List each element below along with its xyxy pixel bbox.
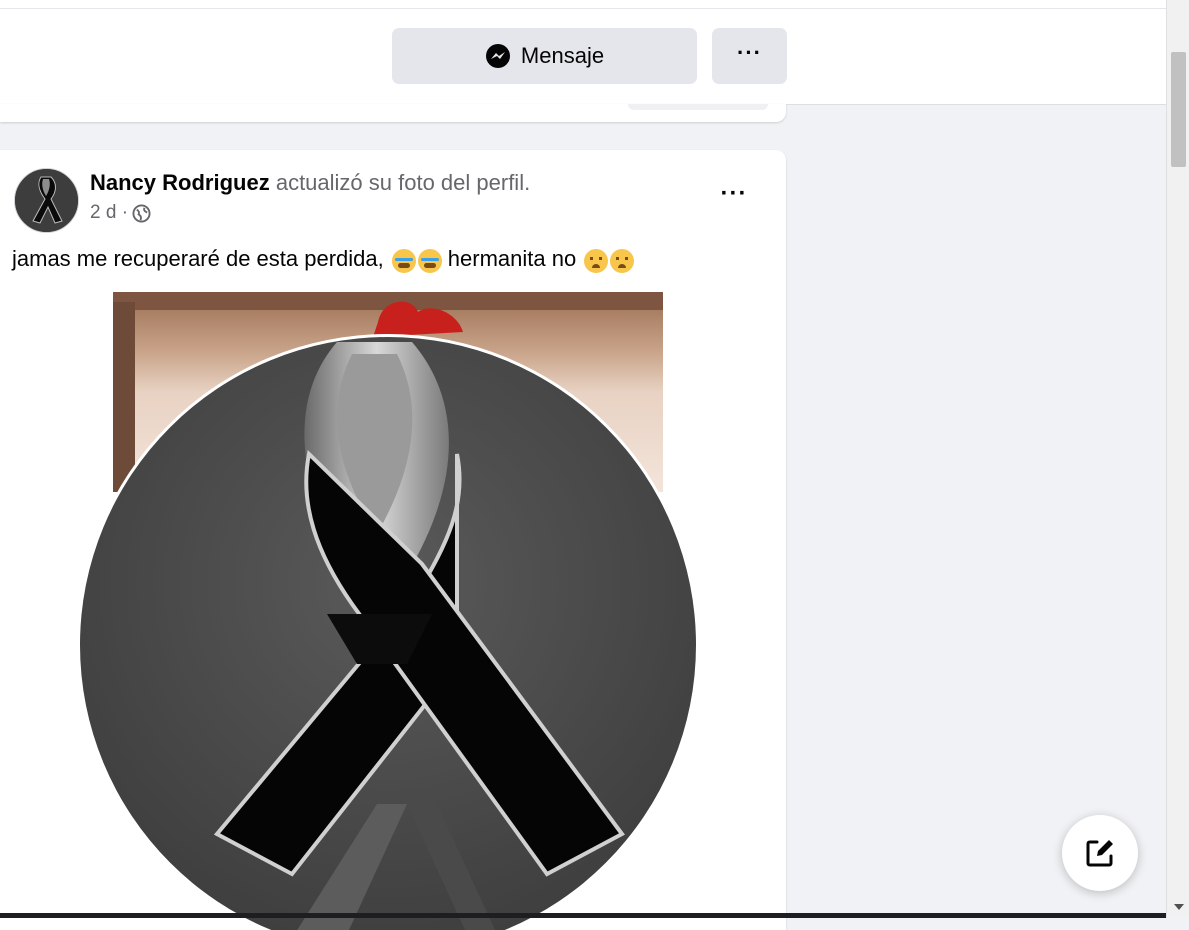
message-button[interactable]: Mensaje (392, 28, 697, 84)
top-divider (0, 0, 1166, 9)
new-message-button[interactable] (1062, 815, 1138, 891)
scrollbar-thumb[interactable] (1171, 52, 1186, 167)
post-action-text: actualizó su foto del perfil. (275, 170, 531, 195)
post-meta: 2 d · (90, 202, 151, 224)
more-options-button[interactable]: ··· (712, 28, 787, 84)
more-dots-icon: ··· (720, 180, 748, 207)
avatar[interactable] (14, 168, 79, 233)
profile-action-bar: Mensaje ··· (0, 0, 1166, 105)
crying-face-icon (391, 249, 416, 273)
author-name[interactable]: Nancy Rodriguez (90, 170, 270, 195)
sad-face-icon (610, 249, 635, 273)
avatar-ribbon-icon (15, 169, 78, 232)
post-timestamp[interactable]: 2 d · (90, 202, 128, 224)
more-dots-icon: ··· (737, 40, 762, 65)
previous-card-button[interactable] (628, 104, 768, 110)
sad-face-icon (584, 249, 609, 273)
taskbar-edge (0, 913, 1166, 918)
caption-text: jamas me recuperaré de esta perdida, (12, 246, 384, 271)
post-more-button[interactable]: ··· (714, 180, 754, 212)
messenger-icon (485, 44, 510, 68)
message-button-label: Mensaje (520, 43, 605, 68)
post-caption: jamas me recuperaré de esta perdida, her… (12, 246, 635, 273)
caption-text-2: hermanita no (447, 246, 577, 271)
profile-photo[interactable] (77, 334, 699, 930)
crying-face-icon (417, 249, 442, 273)
globe-icon (132, 203, 151, 223)
scroll-down-arrow-icon[interactable] (1174, 904, 1184, 910)
page-scrollbar[interactable] (1166, 0, 1189, 918)
previous-card (0, 104, 786, 122)
feed-post: Nancy Rodriguez actualizó su foto del pe… (0, 150, 786, 930)
compose-icon (1086, 840, 1113, 867)
post-header-text: Nancy Rodriguez actualizó su foto del pe… (90, 170, 530, 196)
black-ribbon-image (80, 337, 696, 930)
